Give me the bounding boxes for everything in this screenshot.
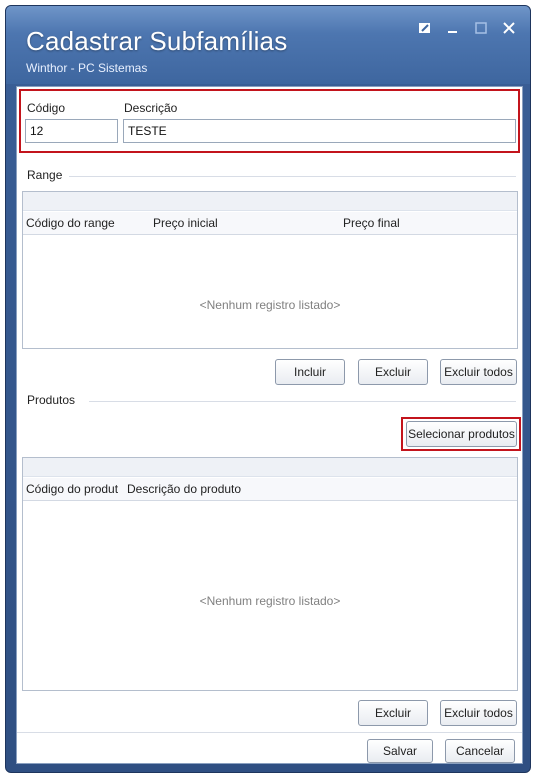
minimize-icon[interactable] — [444, 20, 462, 38]
window-title: Cadastrar Subfamílias — [26, 26, 288, 56]
column-header[interactable]: Preço inicial — [153, 216, 333, 230]
help-icon[interactable] — [416, 20, 434, 38]
range-grid-header: Código do range Preço inicial Preço fina… — [23, 212, 517, 235]
excluir-produtos-button[interactable]: Excluir — [358, 700, 428, 726]
empty-grid-message: <Nenhum registro listado> — [199, 594, 341, 608]
excluir-todos-range-button[interactable]: Excluir todos — [440, 359, 517, 385]
produtos-section-title: Produtos — [27, 393, 76, 407]
produtos-grid-header: Código do produt Descrição do produto — [23, 478, 517, 501]
produtos-grid[interactable]: Código do produt Descrição do produto <N… — [22, 457, 518, 691]
form-content: Código Descrição 12 TESTE Range Código d… — [16, 86, 523, 764]
excluir-todos-produtos-button[interactable]: Excluir todos — [440, 700, 517, 726]
column-header[interactable]: Código do range — [26, 216, 146, 230]
range-divider — [69, 176, 516, 177]
excluir-range-button[interactable]: Excluir — [358, 359, 428, 385]
range-grid[interactable]: Código do range Preço inicial Preço fina… — [22, 191, 518, 349]
dialog-window: Cadastrar Subfamílias Winthor - PC Siste… — [5, 5, 531, 773]
empty-grid-message: <Nenhum registro listado> — [199, 298, 341, 312]
incluir-button[interactable]: Incluir — [275, 359, 345, 385]
range-section-title: Range — [27, 168, 63, 182]
codigo-label: Código — [27, 101, 66, 115]
column-header[interactable]: Código do produt — [26, 482, 126, 496]
selecionar-produtos-button[interactable]: Selecionar produtos — [406, 421, 517, 447]
codigo-field[interactable]: 12 — [25, 119, 118, 143]
window-controls — [416, 20, 518, 38]
close-icon[interactable] — [500, 20, 518, 38]
salvar-button[interactable]: Salvar — [367, 739, 433, 763]
footer-divider — [17, 732, 522, 733]
group-by-band — [23, 458, 517, 477]
group-by-band — [23, 192, 517, 211]
column-header[interactable]: Descrição do produto — [127, 482, 327, 496]
title-bar[interactable]: Cadastrar Subfamílias Winthor - PC Siste… — [6, 6, 530, 84]
column-header[interactable]: Preço final — [343, 216, 513, 230]
cancelar-button[interactable]: Cancelar — [445, 739, 515, 763]
descricao-label: Descrição — [124, 101, 178, 115]
maximize-icon[interactable] — [472, 20, 490, 38]
window-subtitle: Winthor - PC Sistemas — [26, 61, 148, 75]
descricao-field[interactable]: TESTE — [123, 119, 516, 143]
produtos-divider — [89, 401, 516, 402]
